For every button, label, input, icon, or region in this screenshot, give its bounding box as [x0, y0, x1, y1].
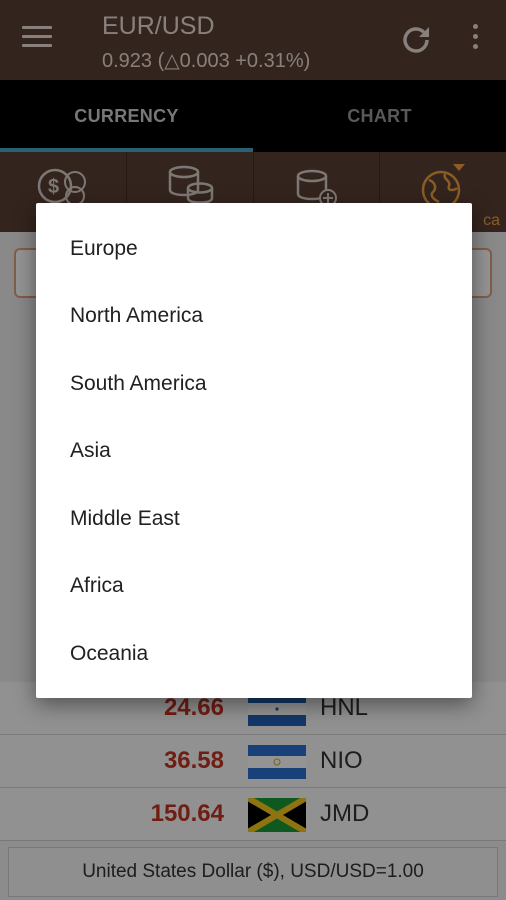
region-dropdown: Europe North America South America Asia … — [36, 203, 472, 698]
region-option-middle-east[interactable]: Middle East — [36, 485, 472, 553]
region-option-north-america[interactable]: North America — [36, 283, 472, 351]
region-option-south-america[interactable]: South America — [36, 350, 472, 418]
region-option-africa[interactable]: Africa — [36, 553, 472, 621]
region-option-asia[interactable]: Asia — [36, 418, 472, 486]
region-option-europe[interactable]: Europe — [36, 215, 472, 283]
region-option-oceania[interactable]: Oceania — [36, 620, 472, 688]
